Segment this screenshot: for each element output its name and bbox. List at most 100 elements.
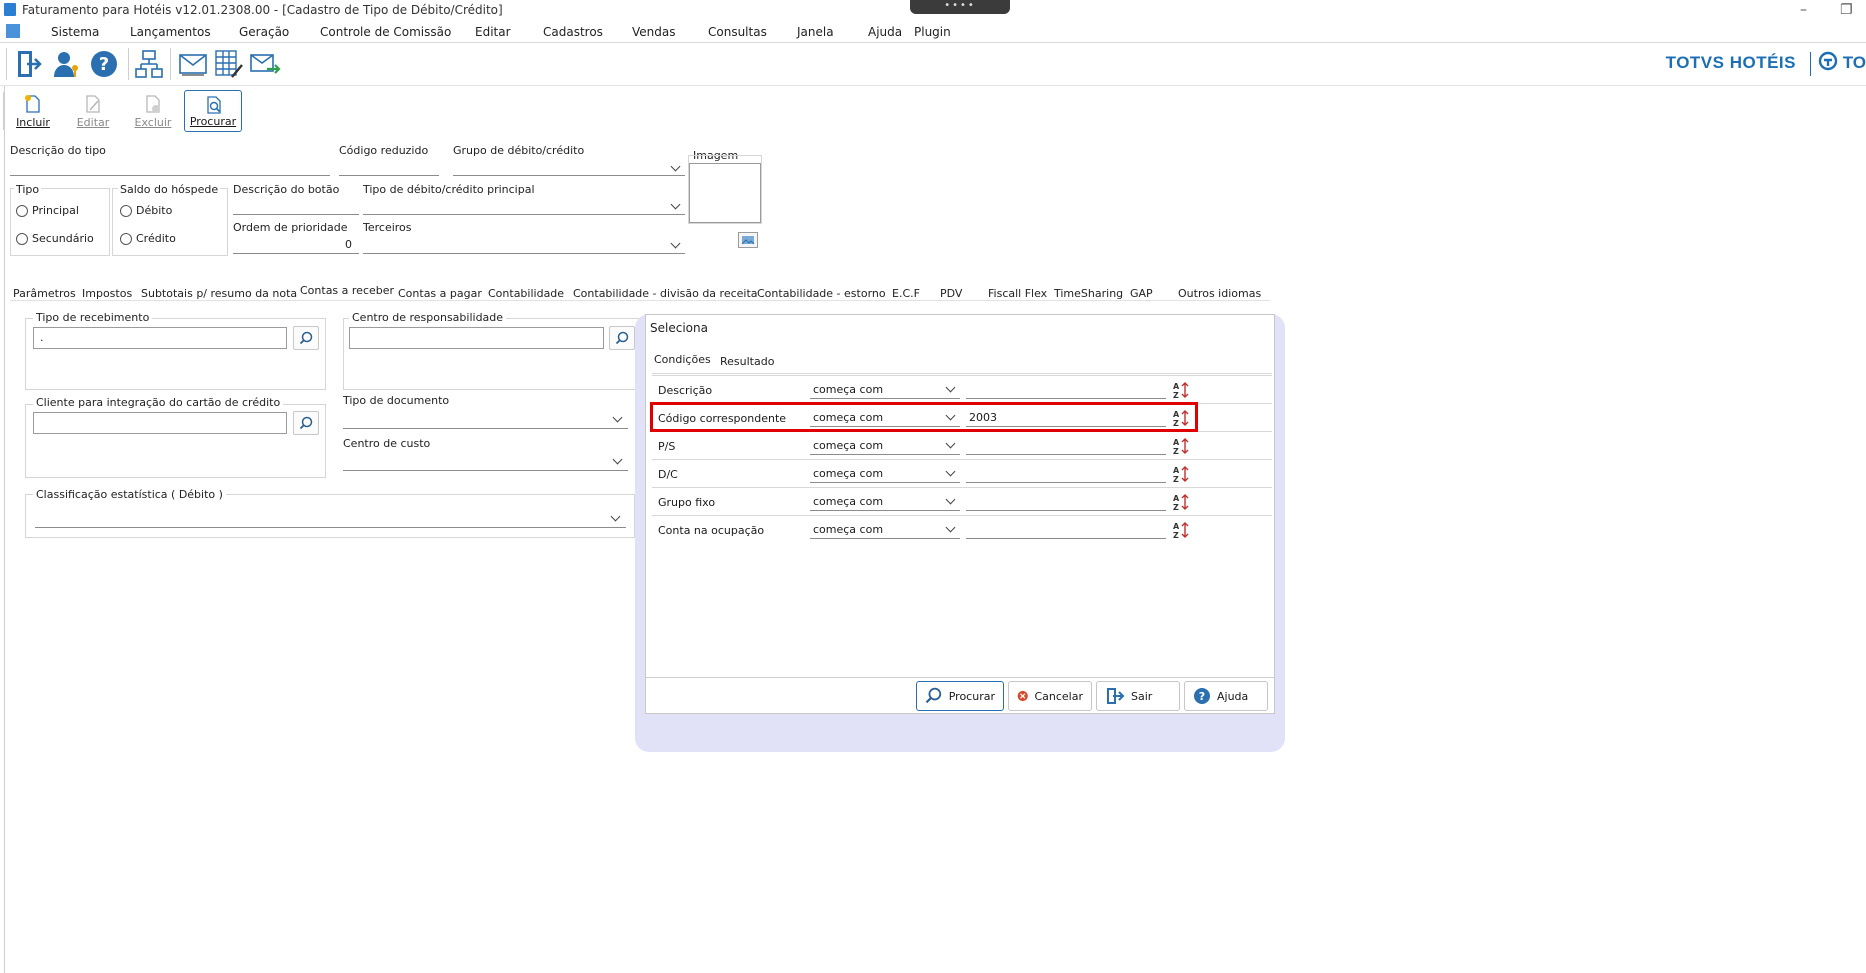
condition-operator-select[interactable]: começa com xyxy=(810,381,960,399)
sort-az-icon[interactable]: AZ xyxy=(1172,380,1192,400)
help-icon[interactable]: ? xyxy=(87,47,121,81)
centro-custo-select[interactable] xyxy=(343,470,628,471)
menu-geracao[interactable]: Geração xyxy=(239,25,289,39)
dialog-help-button[interactable]: ? Ajuda xyxy=(1184,681,1268,711)
tipo-principal-radio[interactable] xyxy=(16,205,28,217)
mail-icon[interactable] xyxy=(176,47,210,81)
condition-value-input[interactable] xyxy=(966,465,1166,483)
descricao-botao-input[interactable] xyxy=(233,214,359,215)
include-button[interactable]: Incluir xyxy=(4,90,62,132)
tab-condicoes[interactable]: Condições xyxy=(654,353,711,366)
condition-value-input[interactable] xyxy=(966,493,1166,511)
minimize-icon[interactable]: – xyxy=(1800,2,1807,18)
sort-az-icon[interactable]: AZ xyxy=(1172,520,1192,540)
cliente-cartao-input[interactable] xyxy=(33,412,287,434)
condition-row: Descrição começa com AZ xyxy=(652,375,1272,403)
image-preview[interactable] xyxy=(689,163,761,223)
grupo-debito-credito-select[interactable] xyxy=(453,175,685,176)
new-document-icon xyxy=(25,95,40,113)
tab-subtotais[interactable]: Subtotais p/ resumo da nota xyxy=(141,287,297,300)
saldo-credito-label: Crédito xyxy=(136,232,176,245)
tipo-recebimento-search-button[interactable] xyxy=(293,326,319,350)
search-icon xyxy=(299,416,313,430)
chevron-down-icon xyxy=(670,161,681,172)
centro-resp-search-button[interactable] xyxy=(609,326,635,350)
sort-az-icon[interactable]: AZ xyxy=(1172,464,1192,484)
dialog-cancel-button[interactable]: Cancelar xyxy=(1008,681,1092,711)
terceiros-select[interactable] xyxy=(363,253,685,254)
tab-ecf[interactable]: E.C.F xyxy=(892,287,920,300)
tab-contabilidade-estorno[interactable]: Contabilidade - estorno xyxy=(757,287,886,300)
menu-plugin[interactable]: Plugin xyxy=(914,25,951,39)
condition-operator-select[interactable]: começa com xyxy=(810,521,960,539)
saldo-credito-radio[interactable] xyxy=(120,233,132,245)
menu-consultas[interactable]: Consultas xyxy=(708,25,767,39)
svg-text:Z: Z xyxy=(1173,503,1179,512)
tipo-principal-select[interactable] xyxy=(363,214,685,215)
tipo-recebimento-label: Tipo de recebimento xyxy=(33,311,153,324)
menu-cadastros[interactable]: Cadastros xyxy=(543,25,603,39)
menu-sistema[interactable]: Sistema xyxy=(51,25,99,39)
dialog-exit-button[interactable]: Sair xyxy=(1096,681,1180,711)
tipo-recebimento-input[interactable]: . xyxy=(33,327,287,349)
tipo-secundario-radio[interactable] xyxy=(16,233,28,245)
svg-text:Z: Z xyxy=(1173,447,1179,456)
condition-operator-select[interactable]: começa com xyxy=(810,437,960,455)
descricao-tipo-input[interactable] xyxy=(10,175,330,176)
exit-door-icon[interactable] xyxy=(12,47,46,81)
edit-button[interactable]: Editar xyxy=(64,90,122,132)
condition-value-input[interactable] xyxy=(966,381,1166,399)
send-mail-icon[interactable] xyxy=(248,47,282,81)
tab-contabilidade-divisao[interactable]: Contabilidade - divisão da receita xyxy=(573,287,758,300)
menu-janela[interactable]: Janela xyxy=(797,25,834,39)
search-button[interactable]: Procurar xyxy=(184,90,242,132)
codigo-reduzido-input[interactable] xyxy=(339,175,439,176)
network-icon[interactable] xyxy=(132,47,166,81)
tab-gap[interactable]: GAP xyxy=(1130,287,1153,300)
condition-operator-select[interactable]: começa com xyxy=(810,493,960,511)
tipo-principal-label: Tipo de débito/crédito principal xyxy=(363,183,535,196)
tab-fiscall-flex[interactable]: Fiscall Flex xyxy=(988,287,1047,300)
restore-icon[interactable]: ❐ xyxy=(1840,2,1853,18)
ordem-prioridade-value[interactable]: 0 xyxy=(345,238,352,251)
svg-text:A: A xyxy=(1173,382,1180,391)
dialog-search-button[interactable]: Procurar xyxy=(916,681,1004,711)
saldo-debito-radio[interactable] xyxy=(120,205,132,217)
condition-value-input[interactable] xyxy=(966,437,1166,455)
image-browse-icon[interactable] xyxy=(738,232,758,248)
classificacao-select[interactable] xyxy=(35,527,626,528)
tab-resultado[interactable]: Resultado xyxy=(720,355,774,368)
ordem-prioridade-input[interactable] xyxy=(233,253,359,254)
tab-outros-idiomas[interactable]: Outros idiomas xyxy=(1178,287,1261,300)
delete-button[interactable]: Excluir xyxy=(124,90,182,132)
app-menu-icon[interactable] xyxy=(6,24,20,38)
tab-parametros[interactable]: Parâmetros xyxy=(13,287,76,300)
user-key-icon[interactable] xyxy=(50,47,84,81)
svg-text:?: ? xyxy=(1199,690,1205,703)
drag-handle[interactable]: •••• xyxy=(910,0,1010,14)
tab-timesharing[interactable]: TimeSharing xyxy=(1054,287,1123,300)
tab-contas-pagar[interactable]: Contas a pagar xyxy=(398,287,482,300)
menu-editar[interactable]: Editar xyxy=(475,25,511,39)
sort-az-icon[interactable]: AZ xyxy=(1172,436,1192,456)
title-bar: Faturamento para Hotéis v12.01.2308.00 -… xyxy=(0,0,1866,20)
sort-az-icon[interactable]: AZ xyxy=(1172,492,1192,512)
svg-text:?: ? xyxy=(99,54,109,75)
menu-vendas[interactable]: Vendas xyxy=(632,25,676,39)
condition-row: Grupo fixo começa com AZ xyxy=(652,487,1272,515)
menu-lancamentos[interactable]: Lançamentos xyxy=(130,25,211,39)
condition-value-input[interactable] xyxy=(966,521,1166,539)
condition-operator-select[interactable]: começa com xyxy=(810,465,960,483)
main-toolbar: ? TOTVS HOTÉIS TO xyxy=(0,44,1866,86)
menu-controle-comissao[interactable]: Controle de Comissão xyxy=(320,25,451,39)
saldo-hospede-label: Saldo do hóspede xyxy=(118,183,221,196)
tab-impostos[interactable]: Impostos xyxy=(82,287,132,300)
tab-contabilidade[interactable]: Contabilidade xyxy=(488,287,564,300)
tab-contas-receber[interactable]: Contas a receber xyxy=(300,284,394,297)
menu-ajuda[interactable]: Ajuda xyxy=(868,25,902,39)
tab-pdv[interactable]: PDV xyxy=(940,287,962,300)
cliente-cartao-search-button[interactable] xyxy=(293,411,319,435)
grid-edit-icon[interactable] xyxy=(212,47,246,81)
centro-resp-input[interactable] xyxy=(349,327,604,349)
tipo-documento-select[interactable] xyxy=(343,428,628,429)
